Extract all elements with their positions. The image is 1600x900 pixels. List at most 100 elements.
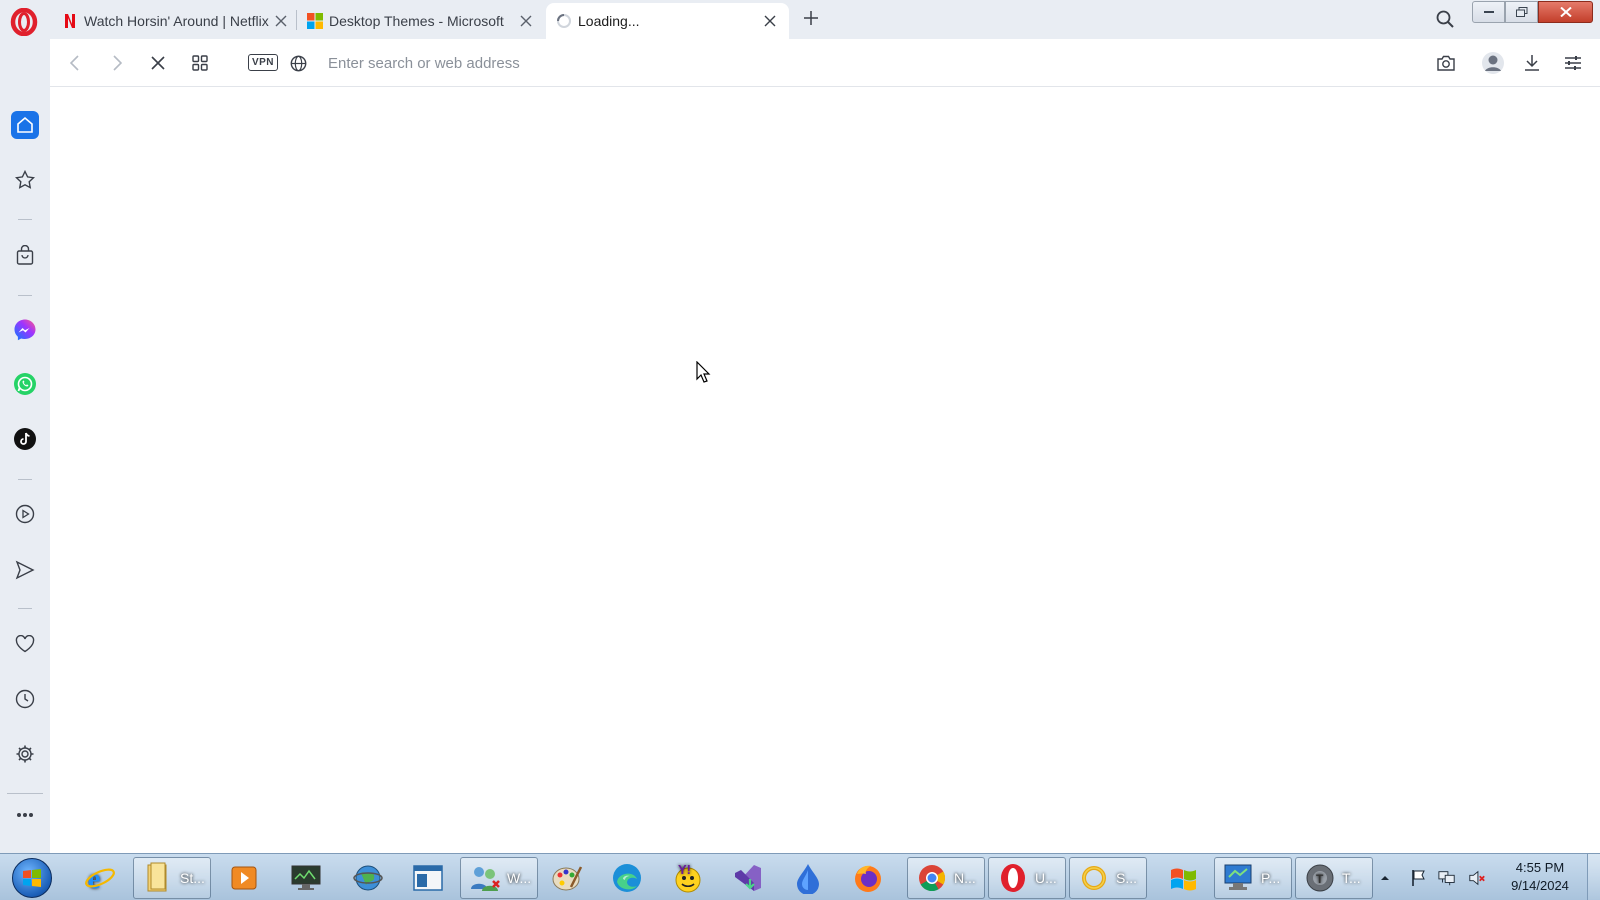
snapshot-camera-icon[interactable] [1434, 51, 1458, 75]
opera-icon [997, 862, 1029, 894]
forward-button[interactable] [105, 51, 129, 75]
sidebar-player-icon[interactable] [11, 500, 39, 528]
ring-icon [1078, 862, 1110, 894]
vpn-badge[interactable]: VPN [248, 54, 278, 71]
close-window-button[interactable] [1538, 1, 1593, 23]
svg-text:T: T [1316, 872, 1324, 886]
sidebar-flow-send-icon[interactable] [11, 556, 39, 584]
globe-icon[interactable] [286, 51, 310, 75]
taskbar-monitor[interactable] [282, 857, 328, 899]
sidebar-tiktok-icon[interactable] [11, 425, 39, 453]
close-tab-icon[interactable] [759, 10, 781, 32]
clock-date: 9/14/2024 [1511, 878, 1569, 893]
taskbar-label: S... [1116, 870, 1138, 886]
globe-icon [352, 862, 384, 894]
yahoo-messenger-icon: Y! [672, 862, 704, 894]
volume-muted-icon[interactable] [1468, 869, 1486, 887]
tab-strip: Watch Horsin' Around | Netflix Desktop T… [0, 0, 1600, 39]
network-icon[interactable] [1438, 869, 1456, 887]
microsoft-icon [307, 13, 323, 29]
svg-text:e: e [88, 864, 100, 894]
minimize-button[interactable] [1472, 1, 1505, 23]
opera-menu-icon[interactable] [10, 7, 38, 37]
taskbar-globe-app[interactable] [344, 857, 390, 899]
users-icon [469, 862, 501, 894]
sidebar-speed-dial-star-icon[interactable] [11, 166, 39, 194]
netflix-icon [62, 13, 78, 29]
account-avatar-icon[interactable] [1479, 49, 1507, 77]
sidebar-whatsapp-icon[interactable] [11, 370, 39, 398]
tab-separator [296, 10, 297, 30]
tab-netflix[interactable]: Watch Horsin' Around | Netflix [60, 3, 292, 39]
taskbar-droplet-app[interactable] [784, 857, 830, 899]
taskbar-users-app[interactable]: W... [460, 857, 538, 899]
taskbar-explorer-folder[interactable]: St... [133, 857, 211, 899]
address-input[interactable] [328, 49, 1328, 77]
sidebar-separator [18, 479, 32, 480]
taskbar-chrome[interactable]: N... [907, 857, 985, 899]
svg-text:Y!: Y! [678, 862, 691, 877]
easy-setup-sliders-icon[interactable] [1561, 51, 1585, 75]
taskbar-remote-desktop[interactable]: P... [1214, 857, 1292, 899]
start-button[interactable] [12, 858, 52, 898]
tab-title: Watch Horsin' Around | Netflix [84, 13, 269, 29]
sidebar-messenger-icon[interactable] [11, 316, 39, 344]
taskbar-label: W... [507, 870, 532, 886]
downloads-icon[interactable] [1520, 51, 1544, 75]
taskbar-window-app[interactable] [404, 857, 450, 899]
taskbar-media-player[interactable] [220, 857, 266, 899]
taskbar-windows-flag[interactable] [1160, 857, 1206, 899]
sidebar-settings-gear-icon[interactable] [11, 740, 39, 768]
sidebar-separator [7, 793, 43, 794]
easy-setup-grid-icon[interactable] [188, 51, 212, 75]
mouse-cursor-icon [696, 360, 712, 385]
folder-icon [142, 862, 174, 894]
sidebar-separator [18, 219, 32, 220]
visual-studio-installer-icon [732, 862, 764, 894]
sidebar-separator [18, 608, 32, 609]
monitor-icon [290, 862, 322, 894]
action-center-flag-icon[interactable] [1410, 869, 1428, 887]
show-hidden-icons-chevron-icon[interactable] [1376, 869, 1394, 887]
tab-title: Loading... [578, 13, 640, 29]
edge-icon [611, 862, 643, 894]
windows-flag-icon [1168, 862, 1200, 894]
firefox-icon [852, 862, 884, 894]
close-tab-icon[interactable] [515, 10, 537, 32]
new-tab-button[interactable] [799, 6, 823, 30]
taskbar-label: St... [180, 870, 205, 886]
taskbar-ring-app[interactable]: S... [1069, 857, 1147, 899]
taskbar-edge[interactable] [603, 857, 649, 899]
sidebar-more-icon[interactable] [11, 801, 39, 829]
sidebar-separator [18, 295, 32, 296]
droplet-icon [792, 862, 824, 894]
address-toolbar: VPN [50, 39, 1600, 87]
taskbar-label: N... [954, 870, 976, 886]
taskbar-firefox[interactable] [844, 857, 890, 899]
tab-search-icon[interactable] [1433, 7, 1457, 31]
tab-loading[interactable]: Loading... [546, 3, 789, 39]
maximize-button[interactable] [1505, 1, 1538, 23]
sidebar-pinboards-heart-icon[interactable] [11, 630, 39, 658]
taskbar-yahoo-messenger[interactable]: Y! [664, 857, 710, 899]
taskbar-internet-explorer[interactable]: e [76, 857, 122, 899]
paint-icon [551, 862, 583, 894]
show-desktop-button[interactable] [1587, 854, 1600, 900]
back-button[interactable] [63, 51, 87, 75]
taskbar-paint[interactable] [543, 857, 589, 899]
taskbar-gray-app[interactable]: T T... [1295, 857, 1373, 899]
taskbar-opera[interactable]: U... [988, 857, 1066, 899]
loading-spinner-icon [556, 13, 572, 29]
page-content [50, 88, 1600, 853]
stop-loading-button[interactable] [146, 51, 170, 75]
sidebar-home-icon[interactable] [11, 111, 39, 139]
taskbar-vs-installer[interactable] [724, 857, 770, 899]
media-player-icon [228, 862, 260, 894]
taskbar-clock[interactable]: 4:55 PM 9/14/2024 [1500, 859, 1580, 895]
taskbar-label: P... [1261, 870, 1281, 886]
sidebar-history-clock-icon[interactable] [11, 685, 39, 713]
clock-time: 4:55 PM [1515, 860, 1565, 875]
sidebar-shopping-bag-icon[interactable] [11, 241, 39, 269]
close-tab-icon[interactable] [270, 10, 292, 32]
tab-desktop-themes[interactable]: Desktop Themes - Microsoft [305, 3, 537, 39]
